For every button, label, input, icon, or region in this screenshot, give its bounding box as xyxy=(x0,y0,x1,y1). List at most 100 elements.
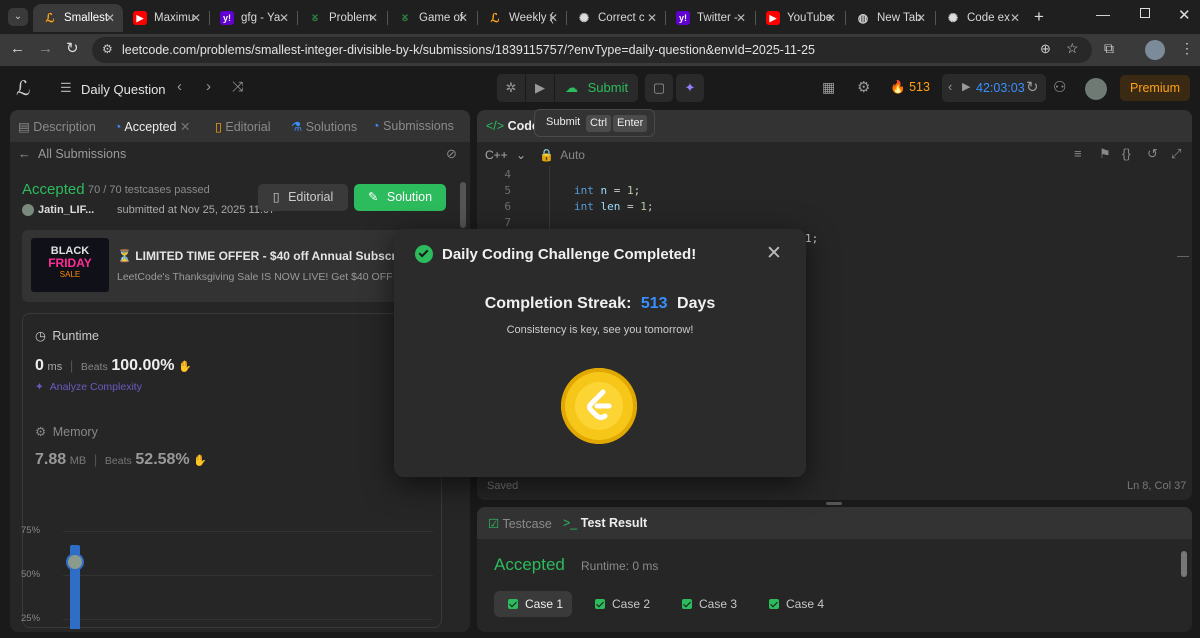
minimize-button[interactable]: — xyxy=(1096,6,1110,22)
code-tab[interactable]: </> Code xyxy=(486,119,539,133)
browser-tab-7[interactable]: y! Twitter - ✕ xyxy=(666,4,754,32)
braces-icon[interactable]: {} xyxy=(1122,146,1131,161)
close-icon[interactable]: ✕ xyxy=(736,11,746,25)
reset-timer-icon[interactable]: ↻ xyxy=(1026,78,1039,96)
collapse-timer-icon[interactable]: ‹ xyxy=(948,79,952,94)
tab-accepted[interactable]: ◔ Accepted ✕ xyxy=(114,119,190,134)
browser-tab-4[interactable]: ᘜ Game of ✕ xyxy=(388,4,476,32)
user-marker-avatar xyxy=(66,553,84,571)
yahoo-icon: y! xyxy=(220,11,234,25)
case-4-tab[interactable]: Case 4 xyxy=(755,591,833,617)
browser-tab-8[interactable]: ▶ YouTube ✕ xyxy=(756,4,844,32)
share-link-icon[interactable]: ⊘ xyxy=(446,146,457,162)
new-tab-button[interactable]: + xyxy=(1034,7,1044,27)
browser-tab-10[interactable]: ✺ Code ex ✕ xyxy=(936,4,1028,32)
case-1-tab[interactable]: Case 1 xyxy=(494,591,572,617)
promo-banner[interactable]: BLACK FRIDAY SALE ⏳ LIMITED TIME OFFER -… xyxy=(22,230,442,302)
book-icon: ▯ xyxy=(215,120,222,134)
tab-solutions[interactable]: ⚗ Solutions xyxy=(291,119,357,134)
restore-button[interactable] xyxy=(1140,8,1150,18)
browser-tab-1[interactable]: ▶ Maximu ✕ xyxy=(123,4,209,32)
browser-tab-5[interactable]: ℒ Weekly ( ✕ xyxy=(478,4,566,32)
shuffle-icon[interactable]: ⤨ xyxy=(232,78,243,95)
run-button[interactable]: ▶ xyxy=(526,74,554,102)
left-scrollbar[interactable] xyxy=(460,182,466,228)
tab-test-result[interactable]: >_ Test Result xyxy=(563,516,647,530)
case-2-tab[interactable]: Case 2 xyxy=(581,591,659,617)
close-icon[interactable]: ✕ xyxy=(916,11,926,25)
close-icon[interactable]: ✕ xyxy=(368,11,378,25)
browser-tab-2[interactable]: y! gfg - Ya ✕ xyxy=(210,4,297,32)
submitter-name[interactable]: Jatin_LIF... xyxy=(38,204,94,216)
close-icon[interactable]: ✕ xyxy=(458,11,468,25)
layout-icon[interactable]: ▦ xyxy=(822,79,835,96)
panel-resize-handle[interactable] xyxy=(826,502,842,505)
streak-count: 513 xyxy=(909,80,930,94)
runtime-unit: ms xyxy=(47,361,63,373)
close-icon[interactable]: ✕ xyxy=(180,120,190,134)
browser-tab-9[interactable]: ◍ New Tab ✕ xyxy=(846,4,934,32)
back-button[interactable]: ← xyxy=(10,40,25,57)
next-problem-icon[interactable]: › xyxy=(206,78,211,95)
close-icon[interactable]: ✕ xyxy=(766,242,782,265)
reload-button[interactable]: ↻ xyxy=(66,39,79,57)
tab-testcase[interactable]: ☑ Testcase xyxy=(488,516,552,531)
settings-gear-icon[interactable]: ⚙ xyxy=(857,78,870,96)
close-icon[interactable]: ✕ xyxy=(279,11,289,25)
omnibox[interactable]: ⚙ leetcode.com/problems/smallest-integer… xyxy=(92,37,1092,63)
prev-problem-icon[interactable]: ‹ xyxy=(177,78,182,95)
tab-search-button[interactable]: ⌄ xyxy=(8,8,28,26)
close-icon[interactable]: ✕ xyxy=(105,11,115,25)
browser-tab-3[interactable]: ᘜ Problem ✕ xyxy=(298,4,386,32)
case-3-tab[interactable]: Case 3 xyxy=(668,591,746,617)
close-icon[interactable]: ✕ xyxy=(826,11,836,25)
extensions-icon[interactable]: ⧉ xyxy=(1104,40,1114,57)
zoom-icon[interactable]: ⊕ xyxy=(1040,41,1051,57)
notes-button[interactable]: ▢ xyxy=(645,74,673,102)
site-info-icon[interactable]: ⚙ xyxy=(102,42,113,56)
tab-editorial[interactable]: ▯ Editorial xyxy=(215,119,271,134)
url-text[interactable]: leetcode.com/problems/smallest-integer-d… xyxy=(122,43,815,57)
close-icon[interactable]: ✕ xyxy=(191,11,201,25)
forward-button[interactable]: → xyxy=(38,40,53,57)
leetcode-logo-icon[interactable]: ℒ xyxy=(16,76,30,101)
browser-tab-6[interactable]: ✺ Correct c ✕ xyxy=(567,4,665,32)
close-icon[interactable]: ✕ xyxy=(1010,11,1020,25)
analyze-complexity-link[interactable]: ✦ Analyze Complexity xyxy=(35,381,142,393)
format-icon[interactable]: ≡ xyxy=(1074,146,1082,161)
close-window-button[interactable]: ✕ xyxy=(1178,6,1191,24)
bookmark-icon[interactable]: ⚑ xyxy=(1099,146,1111,162)
tab-submissions[interactable]: ◔ Submissions xyxy=(372,119,454,133)
editorial-button[interactable]: ▯ Editorial xyxy=(258,184,348,211)
auto-mode-toggle[interactable]: 🔒 Auto xyxy=(539,148,585,162)
editorial-label: Editorial xyxy=(288,190,334,204)
user-avatar[interactable] xyxy=(1085,78,1107,100)
debug-button[interactable]: ✲ xyxy=(497,74,525,102)
premium-button[interactable]: Premium xyxy=(1120,75,1190,101)
browser-menu-icon[interactable]: ⋮ xyxy=(1180,40,1194,57)
profile-avatar[interactable] xyxy=(1145,40,1165,60)
check-icon xyxy=(508,599,518,609)
pause-play-icon[interactable]: ▶ xyxy=(962,80,970,93)
bookmark-star-icon[interactable]: ☆ xyxy=(1066,40,1079,57)
result-scrollbar[interactable] xyxy=(1181,551,1187,577)
close-icon[interactable]: ✕ xyxy=(647,11,657,25)
gridline xyxy=(63,575,433,576)
reset-code-icon[interactable]: ↺ xyxy=(1147,146,1158,162)
add-user-icon[interactable]: ⚇ xyxy=(1053,78,1066,96)
solution-button[interactable]: ✎ Solution xyxy=(354,184,446,211)
ai-assist-button[interactable]: ✦ xyxy=(676,74,704,102)
all-submissions-link[interactable]: ← All Submissions xyxy=(18,147,126,161)
browser-tab-0[interactable]: ℒ Smallest ✕ xyxy=(33,4,123,32)
play-icon: ▶ xyxy=(535,80,545,95)
tab-label: Accepted xyxy=(124,120,177,134)
problem-list-icon[interactable]: ☰ xyxy=(60,80,72,96)
fullscreen-icon[interactable]: ⤢ xyxy=(1171,146,1181,162)
tab-description[interactable]: ▤ Description xyxy=(18,119,96,134)
submit-button[interactable]: ☁ Submit xyxy=(555,74,638,102)
language-select[interactable]: C++ ⌄ xyxy=(485,148,526,162)
yahoo-icon: y! xyxy=(676,11,690,25)
close-icon[interactable]: ✕ xyxy=(548,11,558,25)
streak-counter[interactable]: 🔥 513 xyxy=(890,80,930,95)
daily-question-title[interactable]: Daily Question xyxy=(81,82,166,97)
